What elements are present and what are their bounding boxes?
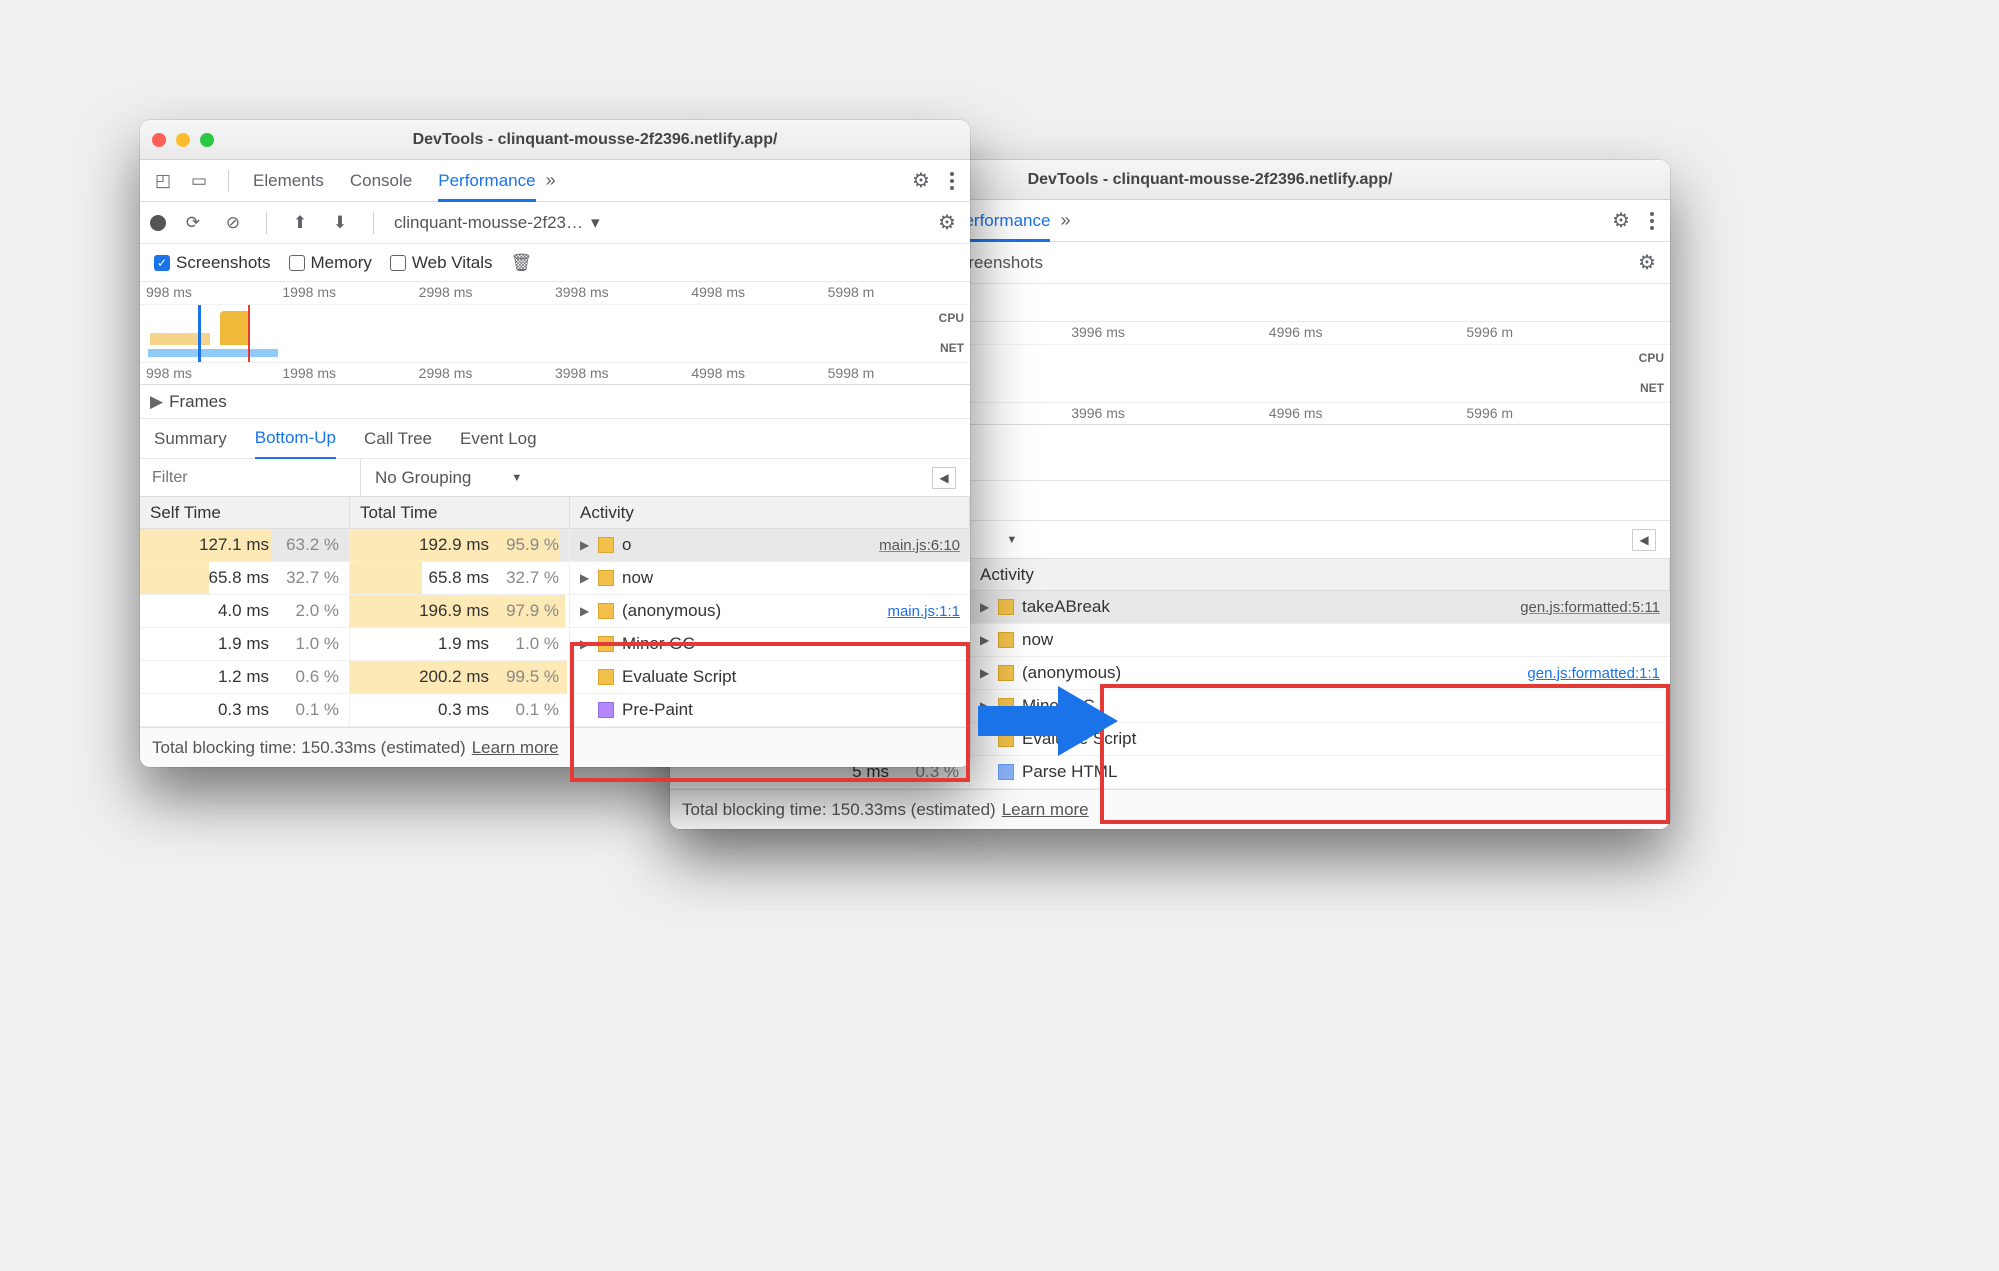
upload-icon[interactable]: ⬆	[287, 210, 313, 236]
close-icon[interactable]	[152, 133, 166, 147]
frames-section[interactable]: ▶Frames	[140, 385, 970, 419]
category-icon	[998, 632, 1014, 648]
source-link[interactable]: gen.js:formatted:5:11	[1520, 599, 1660, 616]
screenshots-checkbox[interactable]	[154, 255, 170, 271]
table-row[interactable]: 0.3 ms0.1 %0.3 ms0.1 %Pre-Paint	[140, 694, 970, 727]
footer: Total blocking time: 150.33ms (estimated…	[670, 789, 1670, 829]
more-tabs-icon[interactable]: »	[1060, 210, 1070, 231]
minimize-icon[interactable]	[176, 133, 190, 147]
kebab-icon[interactable]	[1644, 212, 1660, 230]
perf-toolbar: ⟳ ⊘ ⬆ ⬇ clinquant-mousse-2f23…▾ ⚙	[140, 202, 970, 244]
grouping-select[interactable]: No Grouping	[375, 468, 471, 488]
tab-performance[interactable]: Performance	[438, 171, 535, 202]
webvitals-checkbox[interactable]	[390, 255, 406, 271]
perf-settings-icon[interactable]: ⚙	[1634, 250, 1660, 276]
options-row: Screenshots Memory Web Vitals 🗑	[140, 244, 970, 282]
learn-more-link[interactable]: Learn more	[472, 738, 559, 758]
source-link[interactable]: main.js:1:1	[887, 603, 960, 620]
category-icon	[998, 764, 1014, 780]
cpu-label: CPU	[1639, 351, 1664, 365]
category-icon	[598, 537, 614, 553]
source-link[interactable]: gen.js:formatted:1:1	[1527, 665, 1660, 682]
category-icon	[598, 570, 614, 586]
perf-settings-icon[interactable]: ⚙	[934, 210, 960, 236]
footer: Total blocking time: 150.33ms (estimated…	[140, 727, 970, 767]
detail-tabs: Summary Bottom-Up Call Tree Event Log	[140, 419, 970, 459]
col-activity[interactable]: Activity	[570, 497, 970, 528]
net-label: NET	[1640, 381, 1664, 395]
main-toolbar: ◰ ▭ Elements Console Performance » ⚙	[140, 160, 970, 202]
subtab-eventlog[interactable]: Event Log	[460, 429, 537, 449]
category-icon	[998, 665, 1014, 681]
category-icon	[598, 636, 614, 652]
expand-panel-icon[interactable]: ◀	[1632, 529, 1656, 551]
category-icon	[598, 603, 614, 619]
devtools-window-front: DevTools - clinquant-mousse-2f2396.netli…	[140, 120, 970, 767]
category-icon	[998, 599, 1014, 615]
table-row[interactable]: 127.1 ms63.2 %192.9 ms95.9 %▶omain.js:6:…	[140, 529, 970, 562]
window-title: DevTools - clinquant-mousse-2f2396.netli…	[232, 131, 958, 149]
zoom-icon[interactable]	[200, 133, 214, 147]
table-row[interactable]: 4.0 ms2.0 %196.9 ms97.9 %▶(anonymous)mai…	[140, 595, 970, 628]
filter-row: No Grouping ▼ ◀	[140, 459, 970, 497]
clear-icon[interactable]: ⊘	[220, 210, 246, 236]
table-row[interactable]: 1.2 ms0.6 %200.2 ms99.5 %Evaluate Script	[140, 661, 970, 694]
kebab-icon[interactable]	[944, 172, 960, 190]
trash-icon[interactable]: 🗑	[511, 253, 533, 273]
gear-icon[interactable]: ⚙	[908, 168, 934, 194]
subtab-bottomup[interactable]: Bottom-Up	[255, 428, 336, 460]
page-select[interactable]: clinquant-mousse-2f23…▾	[394, 213, 600, 233]
overview-timeline[interactable]: 998 ms1998 ms2998 ms3998 ms4998 ms5998 m…	[140, 282, 970, 385]
expand-panel-icon[interactable]: ◀	[932, 467, 956, 489]
category-icon	[598, 669, 614, 685]
more-tabs-icon[interactable]: »	[546, 170, 556, 191]
learn-more-link[interactable]: Learn more	[1002, 800, 1089, 820]
device-icon[interactable]: ▭	[186, 168, 212, 194]
memory-checkbox[interactable]	[289, 255, 305, 271]
filter-input[interactable]	[140, 459, 360, 496]
col-self-time[interactable]: Self Time	[140, 497, 350, 528]
gear-icon[interactable]: ⚙	[1608, 208, 1634, 234]
table-row[interactable]: 1.9 ms1.0 %1.9 ms1.0 %▶Minor GC	[140, 628, 970, 661]
download-icon[interactable]: ⬇	[327, 210, 353, 236]
subtab-calltree[interactable]: Call Tree	[364, 429, 432, 449]
source-link[interactable]: main.js:6:10	[879, 537, 960, 554]
tab-console[interactable]: Console	[350, 171, 412, 191]
col-activity[interactable]: Activity	[970, 559, 1670, 590]
titlebar[interactable]: DevTools - clinquant-mousse-2f2396.netli…	[140, 120, 970, 160]
tab-elements[interactable]: Elements	[253, 171, 324, 191]
reload-icon[interactable]: ⟳	[180, 210, 206, 236]
inspect-icon[interactable]: ◰	[150, 168, 176, 194]
table-row[interactable]: 65.8 ms32.7 %65.8 ms32.7 %▶now	[140, 562, 970, 595]
net-label: NET	[940, 341, 964, 355]
arrow-icon	[978, 686, 1118, 756]
category-icon	[598, 702, 614, 718]
record-icon[interactable]	[150, 215, 166, 231]
subtab-summary[interactable]: Summary	[154, 429, 227, 449]
col-total-time[interactable]: Total Time	[350, 497, 570, 528]
cpu-label: CPU	[939, 311, 964, 325]
